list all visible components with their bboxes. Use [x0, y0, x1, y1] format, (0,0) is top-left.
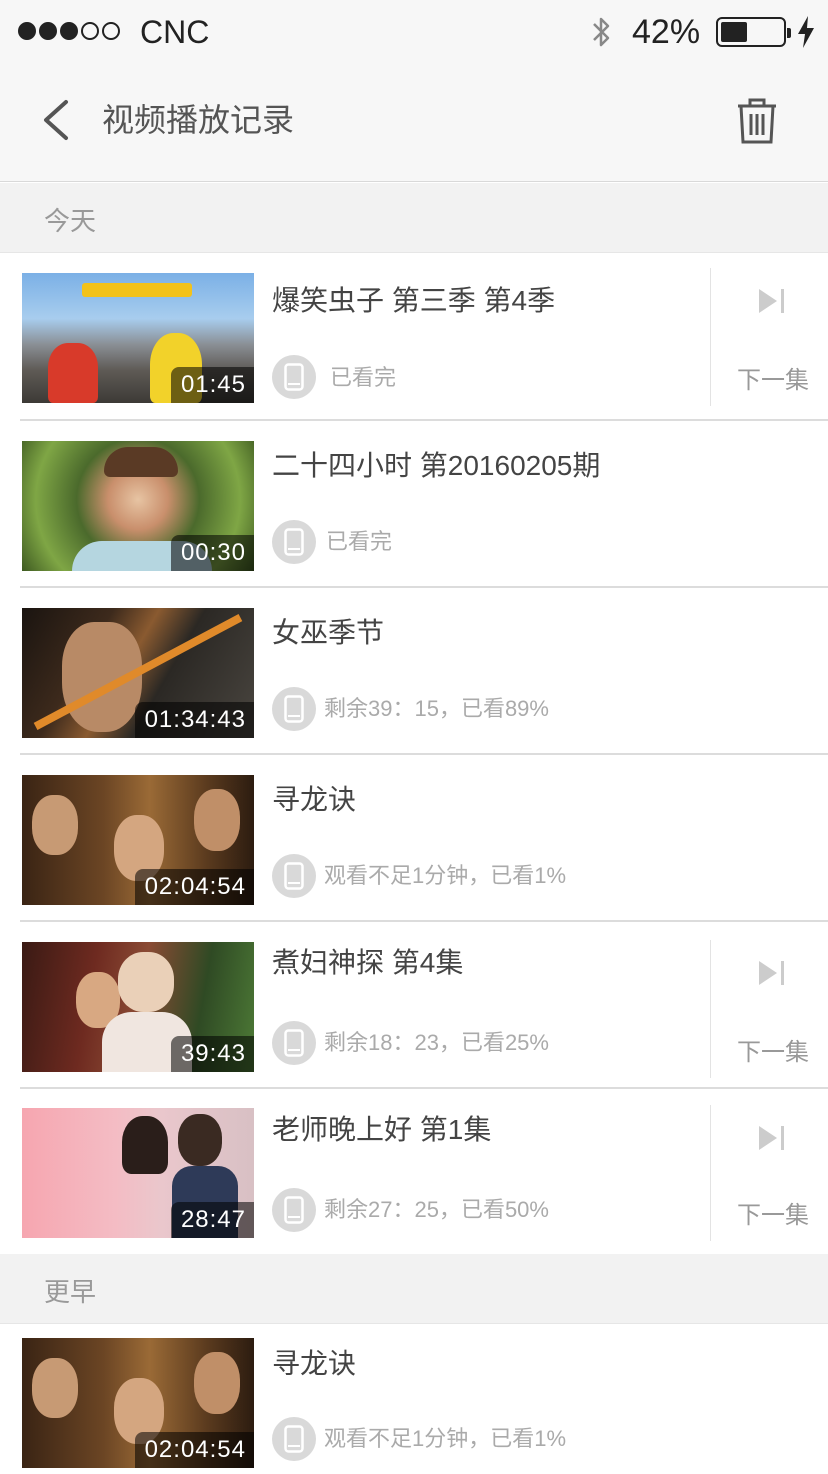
history-item[interactable]: 00:30 二十四小时 第20160205期 已看完: [0, 421, 828, 588]
bluetooth-icon: [593, 17, 610, 47]
chevron-left-icon[interactable]: [36, 96, 76, 144]
watch-progress: 观看不足1分钟，已看1%: [324, 863, 567, 888]
navigation-bar: 视频播放记录: [0, 64, 828, 182]
history-item[interactable]: 02:04:54 寻龙诀 观看不足1分钟，已看1%: [0, 755, 828, 922]
video-duration: 00:30: [170, 535, 254, 571]
skip-next-icon: [759, 961, 784, 985]
history-item[interactable]: 28:47 老师晚上好 第1集 剩余27：25，已看50% 下一集: [0, 1089, 828, 1254]
history-item[interactable]: 01:34:43 女巫季节 剩余39：15，已看89%: [0, 588, 828, 755]
video-thumbnail[interactable]: 01:34:43: [22, 608, 254, 738]
skip-next-icon: [759, 289, 784, 313]
watch-progress: 观看不足1分钟，已看1%: [324, 1426, 567, 1451]
charging-icon: [798, 16, 814, 48]
history-item[interactable]: 39:43 煮妇神探 第4集 剩余18：23，已看25% 下一集: [0, 922, 828, 1089]
video-thumbnail[interactable]: 39:43: [22, 942, 254, 1072]
watch-progress: 剩余18：23，已看25%: [324, 1030, 549, 1055]
video-title: 女巫季节: [272, 617, 385, 648]
video-thumbnail[interactable]: 28:47: [22, 1108, 254, 1238]
video-duration: 01:45: [170, 367, 254, 403]
video-duration: 01:34:43: [134, 702, 254, 738]
video-duration: 02:04:54: [134, 869, 254, 905]
video-title: 爆笑虫子 第三季 第4季: [272, 285, 556, 316]
status-bar: CNC 42%: [0, 0, 828, 64]
video-thumbnail[interactable]: 02:04:54: [22, 775, 254, 905]
video-duration: 02:04:54: [134, 1432, 254, 1468]
battery-percent: 42%: [632, 13, 701, 51]
carrier-name: CNC: [140, 14, 210, 50]
phone-icon: [272, 687, 316, 731]
next-episode-button[interactable]: 下一集: [710, 268, 828, 406]
video-thumbnail[interactable]: 02:04:54: [22, 1338, 254, 1468]
next-episode-label: 下一集: [737, 367, 809, 394]
section-header-earlier: 更早: [0, 1254, 828, 1324]
section-label: 更早: [44, 1277, 97, 1307]
video-title: 二十四小时 第20160205期: [272, 450, 601, 481]
video-title: 寻龙诀: [272, 1348, 357, 1379]
battery-icon: [716, 17, 791, 47]
phone-icon: [272, 1417, 316, 1461]
skip-next-icon: [759, 1126, 784, 1150]
phone-icon: [272, 520, 316, 564]
video-duration: 28:47: [170, 1202, 254, 1238]
video-title: 煮妇神探 第4集: [272, 947, 464, 978]
phone-icon: [272, 1188, 316, 1232]
next-episode-label: 下一集: [737, 1039, 809, 1066]
history-item[interactable]: 01:45 爆笑虫子 第三季 第4季 已看完 下一集: [0, 254, 828, 421]
history-item[interactable]: 02:04:54 寻龙诀 观看不足1分钟，已看1%: [0, 1325, 828, 1474]
section-header-today: 今天: [0, 183, 828, 253]
page-title: 视频播放记录: [102, 102, 295, 138]
watch-progress: 已看完: [326, 529, 393, 554]
next-episode-button[interactable]: 下一集: [710, 940, 828, 1078]
video-thumbnail[interactable]: 01:45: [22, 273, 254, 403]
video-title: 老师晚上好 第1集: [272, 1114, 492, 1145]
signal-strength-icon: [18, 22, 120, 40]
trash-icon[interactable]: [736, 98, 778, 144]
video-duration: 39:43: [170, 1036, 254, 1072]
phone-icon: [272, 355, 316, 399]
phone-icon: [272, 1021, 316, 1065]
video-title: 寻龙诀: [272, 784, 357, 815]
watch-progress: 剩余39：15，已看89%: [324, 696, 549, 721]
next-episode-button[interactable]: 下一集: [710, 1105, 828, 1241]
watch-progress: 剩余27：25，已看50%: [324, 1197, 549, 1222]
section-label: 今天: [44, 206, 97, 236]
video-thumbnail[interactable]: 00:30: [22, 441, 254, 571]
next-episode-label: 下一集: [737, 1202, 809, 1229]
watch-progress: 已看完: [330, 365, 397, 390]
phone-icon: [272, 854, 316, 898]
